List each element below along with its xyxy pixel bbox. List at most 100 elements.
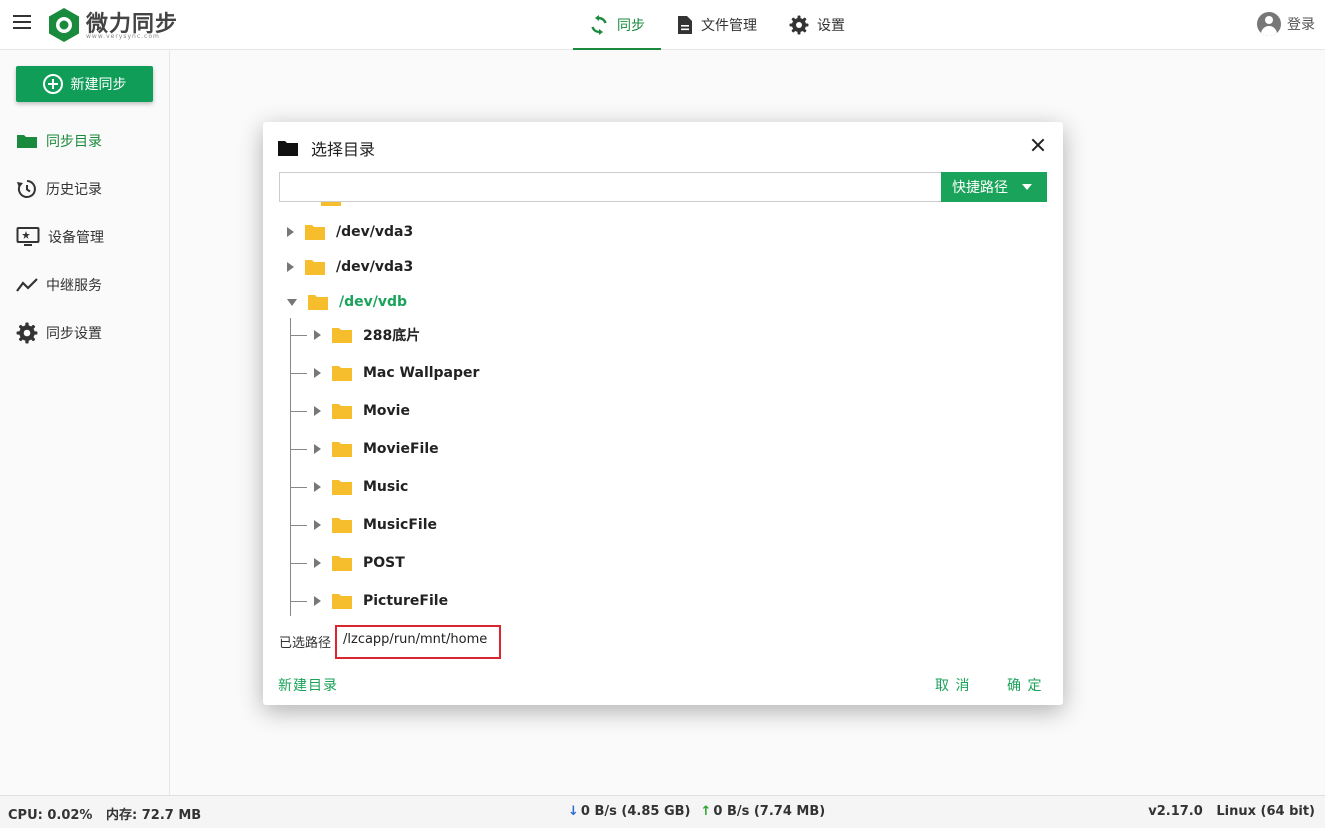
tree-item[interactable]: MusicFile <box>314 512 437 538</box>
login-label: 登录 <box>1287 17 1315 33</box>
dialog-title: 选择目录 <box>277 136 375 160</box>
folder-icon <box>17 135 37 148</box>
sidebar-item-label: 中继服务 <box>46 278 102 294</box>
tree-item-label: MusicFile <box>363 517 437 533</box>
tree-item-label: Music <box>363 479 409 495</box>
tree-connector <box>291 487 307 488</box>
arrow-down-icon: ↓ <box>568 804 579 819</box>
folder-icon <box>305 225 325 240</box>
tree-item-label: POST <box>363 555 405 571</box>
cancel-button[interactable]: 取 消 <box>935 675 970 695</box>
sidebar-item-label: 同步设置 <box>46 326 102 342</box>
tree-item[interactable]: Movie <box>314 398 410 424</box>
tree-item-label: Mac Wallpaper <box>363 365 480 381</box>
sidebar-item-label: 设备管理 <box>48 230 104 246</box>
expand-icon[interactable] <box>314 596 321 606</box>
tab-file-manager-label: 文件管理 <box>701 18 757 34</box>
folder-icon <box>332 442 352 457</box>
tree-item[interactable]: /dev/vda3 <box>287 254 413 280</box>
tree-item-label: MovieFile <box>363 441 439 457</box>
status-version: v2.17.0 Linux (64 bit) <box>1148 804 1315 819</box>
memory-usage: 内存: 72.7 MB <box>106 808 202 823</box>
chevron-down-icon <box>1022 184 1032 190</box>
quick-path-button[interactable]: 快捷路径 <box>941 172 1047 202</box>
add-icon <box>42 74 63 94</box>
version: v2.17.0 <box>1148 804 1203 819</box>
expand-icon[interactable] <box>287 262 294 272</box>
tab-sync[interactable]: 同步 <box>573 0 661 50</box>
new-sync-label: 新建同步 <box>70 77 127 93</box>
sidebar-item-label: 历史记录 <box>46 182 102 198</box>
expand-icon[interactable] <box>314 558 321 568</box>
ok-button[interactable]: 确 定 <box>1007 675 1042 695</box>
folder-icon <box>332 328 352 343</box>
relay-icon <box>16 278 38 292</box>
tree-item[interactable]: /dev/vda3 <box>287 219 413 245</box>
tree-item-label: Movie <box>363 403 410 419</box>
brand-url: www.verysync.com <box>86 33 160 40</box>
os-info: Linux (64 bit) <box>1216 804 1315 819</box>
gear-icon <box>16 322 38 344</box>
status-resources: CPU: 0.02% 内存: 72.7 MB <box>8 804 201 823</box>
folder-icon <box>332 556 352 571</box>
history-icon <box>17 180 36 198</box>
sidebar: 新建同步 同步目录 历史记录 设备管理 中继服务 同步设置 <box>0 51 170 795</box>
folder-icon <box>321 202 341 206</box>
tree-connector <box>291 449 307 450</box>
folder-icon <box>332 366 352 381</box>
directory-tree: /dev/vda3 /dev/vda3 /dev/vdb 288底片 Mac W… <box>279 202 1047 618</box>
tree-connector <box>291 601 307 602</box>
file-icon <box>678 16 692 34</box>
tab-settings-label: 设置 <box>817 18 845 34</box>
expand-icon[interactable] <box>314 406 321 416</box>
sidebar-item-label: 同步目录 <box>46 134 102 150</box>
tree-item[interactable]: MovieFile <box>314 436 439 462</box>
tree-connector <box>291 335 307 336</box>
folder-icon <box>332 480 352 495</box>
arrow-up-icon: ↑ <box>700 804 712 819</box>
sidebar-item-devices[interactable]: 设备管理 <box>16 225 104 249</box>
sidebar-item-sync-dirs[interactable]: 同步目录 <box>16 129 102 153</box>
expand-icon[interactable] <box>314 482 321 492</box>
new-sync-button[interactable]: 新建同步 <box>16 66 153 102</box>
login-button[interactable]: 登录 <box>1257 12 1315 36</box>
tree-connector <box>291 373 307 374</box>
path-input[interactable] <box>279 172 941 202</box>
expand-icon[interactable] <box>314 330 321 340</box>
tree-item[interactable]: 288底片 <box>314 322 420 348</box>
sidebar-item-relay[interactable]: 中继服务 <box>16 273 102 297</box>
menu-icon[interactable] <box>13 15 33 35</box>
close-icon[interactable] <box>1031 138 1045 152</box>
tree-connector <box>291 525 307 526</box>
folder-icon <box>332 594 352 609</box>
expand-icon[interactable] <box>314 520 321 530</box>
cpu-usage: CPU: 0.02% <box>8 808 93 823</box>
tree-item[interactable]: PictureFile <box>314 588 448 614</box>
folder-icon <box>332 404 352 419</box>
tree-item-label: PictureFile <box>363 593 449 609</box>
folder-icon <box>332 518 352 533</box>
tree-item-label: 288底片 <box>363 328 421 344</box>
collapse-icon[interactable] <box>287 298 297 306</box>
tree-connector <box>291 563 307 564</box>
device-icon <box>16 227 40 246</box>
expand-icon[interactable] <box>287 227 294 237</box>
tree-item[interactable]: POST <box>314 550 405 576</box>
tab-settings[interactable]: 设置 <box>773 0 861 50</box>
sidebar-item-history[interactable]: 历史记录 <box>16 177 102 201</box>
folder-icon <box>305 260 325 275</box>
tree-item[interactable]: Mac Wallpaper <box>314 360 479 386</box>
selected-path-label: 已选路径 <box>279 636 332 651</box>
select-directory-dialog: 选择目录 快捷路径 /dev/vda3 /dev/vda3 /dev/vdb 2… <box>263 122 1063 705</box>
sync-icon <box>591 15 607 35</box>
tree-item-selected[interactable]: /dev/vdb <box>287 289 407 315</box>
tab-file-manager[interactable]: 文件管理 <box>661 0 773 50</box>
tree-connector <box>291 411 307 412</box>
folder-icon <box>278 141 298 156</box>
expand-icon[interactable] <box>314 368 321 378</box>
upload-rate: 0 B/s (7.74 MB) <box>713 804 826 819</box>
sidebar-item-sync-settings[interactable]: 同步设置 <box>16 321 102 345</box>
expand-icon[interactable] <box>314 444 321 454</box>
tree-item[interactable]: Music <box>314 474 408 500</box>
new-directory-button[interactable]: 新建目录 <box>278 675 338 695</box>
